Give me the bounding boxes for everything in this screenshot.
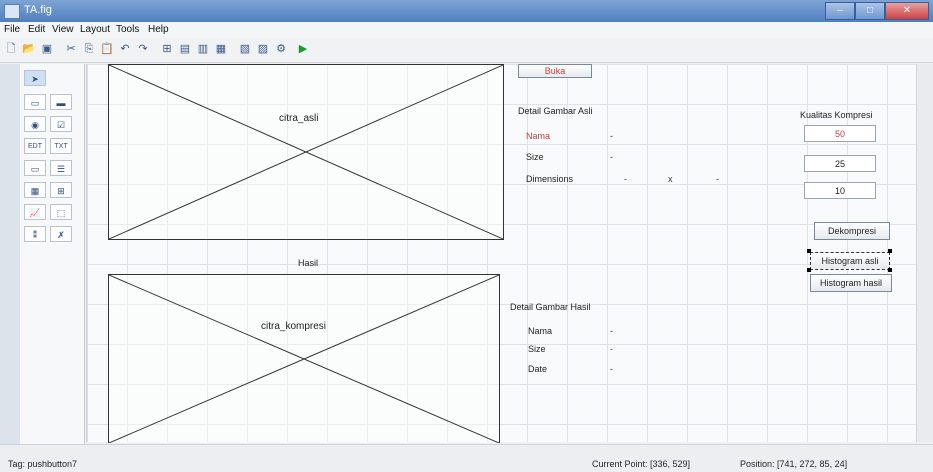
detail-hasil-title: Detail Gambar Hasil [510,302,591,312]
dimension-width-value: - [624,174,627,184]
activex-tool-icon[interactable]: ✗ [50,226,72,242]
menu-editor-icon[interactable]: ▤ [178,42,192,56]
menu-bar: File Edit View Layout Tools Help [0,22,933,38]
axes-tool-icon[interactable]: 📈 [24,204,46,220]
menu-edit[interactable]: Edit [28,24,45,35]
buka-button[interactable]: Buka [518,64,592,78]
popup-tool-icon[interactable]: ▭ [24,160,46,176]
redo-icon[interactable]: ↷ [136,42,150,56]
dimension-x-label: x [668,174,673,184]
size-asli-value: - [610,152,613,162]
hasil-title: Hasil [298,258,319,268]
size-hasil-value: - [610,344,613,354]
new-icon[interactable]: 🗋 [4,42,18,56]
paste-icon[interactable]: 📋 [100,42,114,56]
panel-tool-icon[interactable]: ⬚ [50,204,72,220]
save-icon[interactable]: ▣ [40,42,54,56]
buttongroup-tool-icon[interactable]: ⁑ [24,226,46,242]
object-browser-icon[interactable]: ⚙ [274,42,288,56]
kualitas-input-3[interactable]: 10 [804,182,876,199]
status-tag: Tag: pushbutton7 [8,459,78,469]
kualitas-input-2[interactable]: 25 [804,155,876,172]
axes-citra-kompresi[interactable]: citra_kompresi [108,274,500,443]
menu-tools[interactable]: Tools [116,24,139,35]
listbox-tool-icon[interactable]: ☰ [50,160,72,176]
histogram-hasil-button[interactable]: Histogram hasil [810,274,892,292]
guide-app-icon [4,4,20,19]
selection-handle[interactable] [888,268,892,272]
dimension-height-value: - [716,174,719,184]
toolbar: 🗋 📂 ▣ ✂ ⎘ 📋 ↶ ↷ ⊞ ▤ ▥ ▦ ▧ ▨ ⚙ ▶ [0,38,933,63]
nama-hasil-value: - [610,326,613,336]
radio-tool-icon[interactable]: ◉ [24,116,46,132]
mfile-icon[interactable]: ▧ [238,42,252,56]
slider-tool-icon[interactable]: ▬ [50,94,72,110]
menu-file[interactable]: File [4,24,20,35]
component-palette: ➤ ▭ ▬ ◉ ☑ EDT TXT ▭ ☰ ▦ ⊞ 📈 ⬚ ⁑ ✗ [20,64,85,444]
date-hasil-label: Date [528,364,548,374]
copy-icon[interactable]: ⎘ [82,42,96,56]
axes-cross-lines [109,65,503,239]
kualitas-input-1[interactable]: 50 [804,125,876,142]
menu-help[interactable]: Help [148,24,169,35]
histogram-asli-button[interactable]: Histogram asli [810,252,890,270]
pushbutton-tool-icon[interactable]: ▭ [24,94,46,110]
run-icon[interactable]: ▶ [296,42,310,56]
tab-order-icon[interactable]: ▥ [196,42,210,56]
axes-citra-kompresi-label: citra_kompresi [261,321,327,332]
close-button[interactable]: ✕ [885,2,929,20]
window-controls: – □ ✕ [825,2,929,20]
static-text-tool-icon[interactable]: TXT [50,138,72,154]
axes-citra-asli-label: citra_asli [279,113,319,124]
dimensions-label: Dimensions [526,174,574,184]
kualitas-kompresi-title: Kualitas Kompresi [800,110,873,120]
open-icon[interactable]: 📂 [22,42,36,56]
date-hasil-value: - [610,364,613,374]
nama-asli-label: Nama [526,131,551,141]
menu-layout[interactable]: Layout [80,24,110,35]
edit-text-tool-icon[interactable]: EDT [24,138,46,154]
status-current-point: Current Point: [336, 529] [592,459,691,469]
selection-handle[interactable] [888,249,892,253]
select-tool-icon[interactable]: ➤ [24,70,46,86]
size-hasil-label: Size [528,344,546,354]
dekompresi-button[interactable]: Dekompresi [814,222,890,240]
property-inspector-icon[interactable]: ▨ [256,42,270,56]
size-asli-label: Size [526,152,544,162]
window-titlebar: TA.fig – □ ✕ [0,0,933,22]
axes-citra-asli[interactable]: citra_asli [108,64,504,240]
toggle-tool-icon[interactable]: ▦ [24,182,46,198]
window-title: TA.fig [24,4,52,16]
nama-asli-value: - [610,131,613,141]
menu-view[interactable]: View [52,24,74,35]
vertical-scrollbar[interactable] [916,64,933,442]
axes-cross-lines [109,275,499,443]
nama-hasil-label: Nama [528,326,553,336]
table-tool-icon[interactable]: ⊞ [50,182,72,198]
detail-asli-title: Detail Gambar Asli [518,106,593,116]
selection-handle[interactable] [807,268,811,272]
status-position: Position: [741, 272, 85, 24] [740,459,848,469]
align-icon[interactable]: ⊞ [160,42,174,56]
toolbar-editor-icon[interactable]: ▦ [214,42,228,56]
checkbox-tool-icon[interactable]: ☑ [50,116,72,132]
undo-icon[interactable]: ↶ [118,42,132,56]
status-bar: Tag: pushbutton7 Current Point: [336, 52… [0,444,933,472]
maximize-button[interactable]: □ [855,2,885,20]
cut-icon[interactable]: ✂ [64,42,78,56]
selection-handle[interactable] [807,249,811,253]
left-edge-strip [0,64,20,444]
minimize-button[interactable]: – [825,2,855,20]
